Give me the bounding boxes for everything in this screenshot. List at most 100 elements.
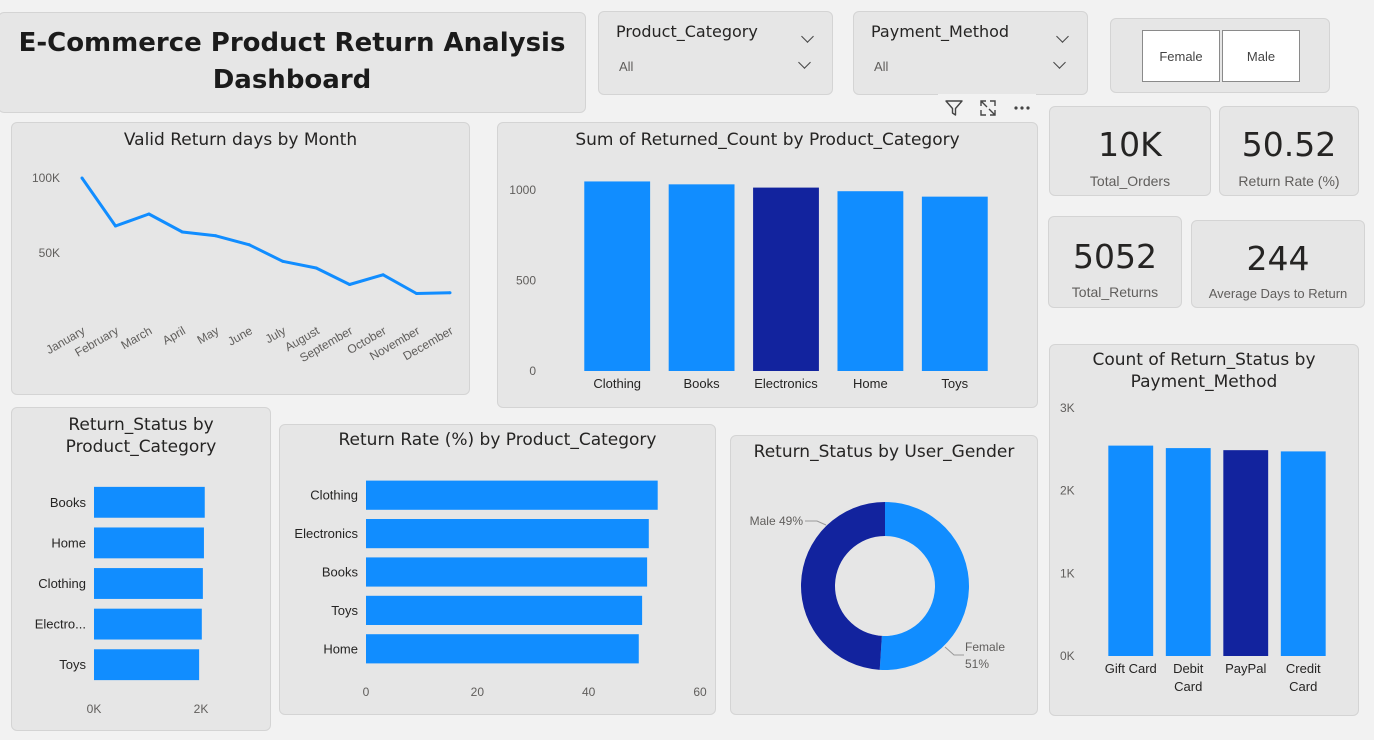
kpi-average-days-value: 244	[1246, 239, 1310, 278]
focus-mode-icon[interactable]	[978, 98, 998, 118]
bar-chart-svg: 0K 1K 2K 3K Gift Card Debit Card PayPal Credit Ca…	[1060, 401, 1326, 694]
kpi-total-returns-label: Total_Returns	[1071, 284, 1159, 300]
chevron-down-icon[interactable]	[1053, 56, 1066, 69]
y-tick-label: Books	[322, 565, 359, 580]
slicer-payment-method-title: Payment_Method	[871, 22, 1010, 41]
leader-line	[805, 520, 827, 526]
kpi-return-rate: 50.52 Return Rate (%)	[1219, 106, 1359, 196]
line-point	[281, 259, 285, 263]
bar	[1280, 451, 1326, 656]
x-tick-label: 2K	[194, 702, 209, 716]
title-card: E-Commerce Product Return Analysis Dashb…	[0, 12, 586, 113]
kpi-average-days: 244 Average Days to Return	[1191, 220, 1365, 308]
bar	[94, 649, 200, 681]
line-point	[214, 234, 218, 238]
x-tick-label: Books	[684, 376, 721, 391]
bar	[584, 181, 651, 371]
donut-slice	[879, 502, 970, 670]
donut-slice	[801, 502, 885, 670]
bar	[1223, 450, 1269, 656]
bar	[94, 527, 204, 559]
chart-return-rate-category: Return Rate (%) by Product_Category 0 20 4…	[279, 424, 716, 715]
kpi-total-returns: 5052 Total_Returns	[1048, 216, 1182, 308]
chart-returned-count: Sum of Returned_Count by Product_Categor…	[497, 122, 1038, 408]
y-tick-label: 1000	[509, 183, 536, 197]
x-tick-label: Home	[853, 376, 888, 391]
line-point	[180, 230, 184, 234]
gender-button-male[interactable]: Male	[1222, 30, 1300, 82]
x-tick-label: Toys	[941, 376, 968, 391]
y-tick-label: 100K	[32, 171, 60, 185]
more-options-icon[interactable]	[1012, 98, 1032, 118]
bar	[94, 608, 202, 640]
gender-slicer: Female Male	[1110, 18, 1330, 93]
leader-line	[944, 646, 964, 656]
chevron-down-icon[interactable]	[801, 30, 814, 43]
x-tick-label: 60	[693, 685, 707, 699]
filter-icon[interactable]	[944, 98, 964, 118]
y-tick-label: 50K	[39, 246, 60, 260]
x-tick-label: April	[160, 323, 188, 347]
y-tick-label: Books	[50, 495, 87, 510]
chart-return-status-category: Return_Status by Product_Category 0K 2K Bo…	[11, 407, 271, 731]
chevron-down-icon[interactable]	[1056, 30, 1069, 43]
y-tick-label: Toys	[59, 657, 86, 672]
x-tick-label: Credit	[1286, 661, 1321, 676]
slicer-payment-method[interactable]: Payment_Method All	[853, 11, 1088, 95]
kpi-total-orders-value: 10K	[1098, 125, 1162, 164]
x-tick-label: Card	[1174, 679, 1202, 694]
kpi-return-rate-label: Return Rate (%)	[1238, 173, 1340, 189]
bar	[366, 519, 649, 549]
donut-chart-svg: Female 51% Male 49%	[750, 502, 1005, 671]
y-tick-label: Home	[323, 641, 358, 656]
x-tick-label: Debit	[1173, 661, 1204, 676]
line-point	[80, 176, 84, 180]
chevron-down-icon[interactable]	[798, 56, 811, 69]
chart-return-status-gender: Return_Status by User_Gender Female 51% Ma…	[730, 435, 1038, 715]
slicer-product-category[interactable]: Product_Category All	[598, 11, 833, 95]
dashboard-title-line1: E-Commerce Product Return Analysis	[18, 28, 566, 58]
kpi-average-days-label: Average Days to Return	[1208, 286, 1348, 301]
dashboard-title-line2: Dashboard	[212, 65, 372, 95]
bar	[366, 480, 658, 510]
data-label: Female	[965, 640, 1005, 654]
hbar-chart-svg: 0 20 40 60 Clothing Electronics Books Toys Home	[294, 480, 707, 699]
x-tick-label: PayPal	[1225, 661, 1266, 676]
hbar-chart-svg: 0K 2K Books Home Clothing Electro... Toys	[35, 486, 209, 716]
kpi-total-orders: 10K Total_Orders	[1049, 106, 1211, 196]
x-tick-label: June	[225, 323, 255, 348]
kpi-total-orders-label: Total_Orders	[1089, 173, 1171, 189]
slicer-product-category-value[interactable]: All	[619, 59, 633, 74]
line-chart-svg: 50K100KJanuaryFebruaryMarch April May June J…	[32, 171, 456, 365]
chart-status-payment: Count of Return_Status by Payment_Method…	[1049, 344, 1359, 716]
y-tick-label: Clothing	[38, 576, 86, 591]
line-point	[415, 292, 419, 295]
y-tick-label: Clothing	[310, 488, 358, 503]
y-tick-label: Electro...	[35, 617, 86, 632]
x-tick-label: Gift Card	[1105, 661, 1157, 676]
dashboard-title: E-Commerce Product Return Analysis Dashb…	[0, 25, 585, 99]
bar	[668, 184, 735, 371]
bar	[753, 187, 819, 371]
line-point	[348, 283, 352, 286]
visual-header-toolbar	[938, 94, 1036, 122]
gender-button-female[interactable]: Female	[1142, 30, 1220, 82]
bar	[366, 557, 648, 587]
slicer-payment-method-value[interactable]: All	[874, 59, 888, 74]
bar	[1165, 448, 1211, 656]
data-label: 51%	[965, 657, 989, 671]
data-label: Male 49%	[750, 514, 804, 528]
line-point	[381, 273, 385, 277]
line-point	[314, 266, 318, 270]
y-tick-label: Home	[51, 535, 86, 550]
x-tick-label: 40	[582, 685, 596, 699]
bar	[94, 486, 205, 518]
chart-valid-return-days: Valid Return days by Month 50K 100K Januar…	[11, 122, 470, 395]
bar	[1108, 445, 1154, 656]
bar	[366, 595, 643, 625]
x-tick-label: 20	[471, 685, 485, 699]
slicer-product-category-title: Product_Category	[616, 22, 758, 41]
bar	[366, 634, 639, 664]
y-tick-label: 2K	[1060, 484, 1075, 498]
line-point	[147, 212, 151, 216]
